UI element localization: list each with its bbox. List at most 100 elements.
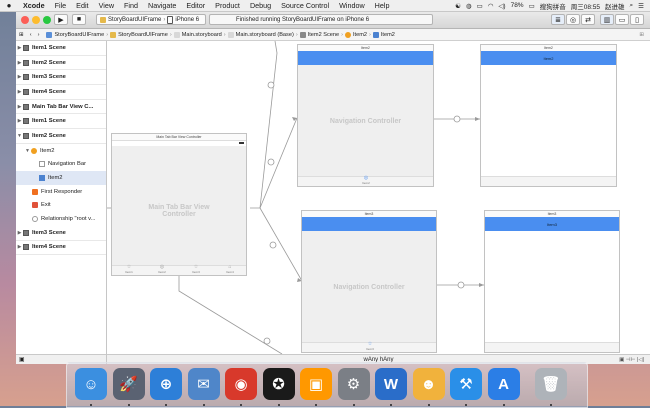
- segue-icon[interactable]: [267, 158, 275, 166]
- wechat-status-icon[interactable]: ◍: [466, 2, 472, 10]
- toggle-utilities-button[interactable]: ▯: [630, 14, 644, 25]
- outline-row-item3-scene[interactable]: ▶ Item3 Scene: [16, 70, 106, 86]
- system-preferences-icon[interactable]: ⚙: [337, 368, 370, 400]
- outline-row-item4-scene-2[interactable]: ▶ Item4 Scene: [16, 241, 106, 256]
- xcode-icon[interactable]: ⚒: [450, 368, 482, 400]
- segue-icon[interactable]: [263, 337, 271, 345]
- breadcrumb-scene[interactable]: Item2 Scene: [299, 31, 339, 38]
- outline-row-tabbar-scene[interactable]: ▶ Main Tab Bar View C...: [16, 100, 106, 115]
- menu-navigate[interactable]: Navigate: [143, 1, 181, 10]
- zoom-window-button[interactable]: [43, 16, 51, 24]
- battery-icon[interactable]: ▭: [529, 2, 535, 10]
- disclosure-right-icon[interactable]: ▶: [16, 230, 23, 236]
- segue-to-item2[interactable]: [259, 117, 298, 209]
- menu-file[interactable]: File: [50, 1, 72, 10]
- outline-row-tab-item[interactable]: Item2: [16, 171, 106, 185]
- breadcrumb-storyboard[interactable]: Main.storyboard: [173, 31, 222, 38]
- root-view-controller-bottom[interactable]: Item3 Item3: [484, 210, 620, 353]
- safari-icon[interactable]: ⊕: [150, 368, 182, 400]
- preview-icon[interactable]: ✉: [187, 368, 220, 400]
- outline-row-exit[interactable]: Exit: [16, 199, 106, 213]
- disclosure-right-icon[interactable]: ▶: [16, 118, 23, 124]
- qq-status-icon[interactable]: ☯: [455, 2, 461, 10]
- qq-icon[interactable]: ✪: [262, 368, 295, 400]
- related-items-icon[interactable]: ⊞: [19, 32, 24, 38]
- breadcrumb-tab-item[interactable]: Item2: [372, 31, 395, 38]
- tab-item-2[interactable]: ◎ Item2: [157, 264, 167, 274]
- menu-edit[interactable]: Edit: [71, 1, 93, 10]
- standard-editor-button[interactable]: ≣: [551, 14, 565, 25]
- breadcrumb-project[interactable]: StoryBoardUIFrame: [46, 31, 104, 38]
- stop-button[interactable]: ■: [72, 14, 86, 25]
- disclosure-right-icon[interactable]: ▶: [16, 60, 23, 66]
- breadcrumb-group[interactable]: StoryBoardUIFrame: [110, 31, 168, 38]
- disclosure-right-icon[interactable]: ▶: [16, 89, 23, 95]
- assistant-editor-button[interactable]: ◎: [566, 14, 580, 25]
- outline-row-item4-scene[interactable]: ▶ Item4 Scene: [16, 85, 106, 100]
- segue-icon[interactable]: [267, 81, 275, 89]
- segue-icon[interactable]: [269, 241, 277, 249]
- disclosure-right-icon[interactable]: ▶: [16, 104, 23, 110]
- launchpad-icon[interactable]: 🚀: [112, 368, 145, 400]
- disclosure-down-icon[interactable]: ▼: [16, 133, 23, 139]
- back-icon[interactable]: ‹: [30, 32, 32, 38]
- minimize-window-button[interactable]: [32, 16, 40, 24]
- tab-item-1[interactable]: ☆ Item1: [124, 264, 134, 274]
- menu-window[interactable]: Window: [334, 1, 370, 10]
- menu-find[interactable]: Find: [119, 1, 143, 10]
- menu-view[interactable]: View: [94, 1, 119, 10]
- menu-app-name[interactable]: Xcode: [18, 1, 50, 10]
- disclosure-right-icon[interactable]: ▶: [16, 244, 23, 250]
- app-store-icon[interactable]: A: [487, 368, 520, 400]
- search-icon[interactable]: ⌕: [630, 2, 634, 10]
- word-icon[interactable]: W: [375, 368, 407, 400]
- scheme-selector[interactable]: StoryBoardUIFrame › iPhone 6: [96, 14, 206, 25]
- breadcrumb-controller[interactable]: Item2: [344, 31, 367, 38]
- auto-layout-controls[interactable]: ▣ ⊣⊢ |◁|: [619, 357, 644, 363]
- disclosure-right-icon[interactable]: ▶: [16, 74, 23, 80]
- outline-row-navigation-bar[interactable]: Navigation Bar: [16, 158, 106, 172]
- user-name[interactable]: 赵进雄: [605, 1, 625, 11]
- outline-row-item1-scene[interactable]: ▶ Item1 Scene: [16, 41, 106, 56]
- notification-center-icon[interactable]: ☰: [638, 2, 644, 10]
- apple-menu-icon[interactable]: ●: [0, 1, 18, 10]
- outline-row-item2-scene-open[interactable]: ▼ Item2 Scene: [16, 129, 106, 144]
- trash-icon[interactable]: 🗑: [535, 368, 567, 400]
- forward-icon[interactable]: ›: [38, 32, 40, 38]
- outline-row-relationship[interactable]: Relationship "root v...: [16, 212, 106, 226]
- menu-help[interactable]: Help: [370, 1, 395, 10]
- segue-to-item3[interactable]: [259, 207, 303, 282]
- hide-outline-icon[interactable]: ▣: [19, 356, 25, 363]
- menu-product[interactable]: Product: [210, 1, 245, 10]
- close-window-button[interactable]: [21, 16, 29, 24]
- tab-item-3[interactable]: ☆ Item3: [191, 264, 201, 274]
- menu-debug[interactable]: Debug: [245, 1, 276, 10]
- chrome-icon[interactable]: ◉: [225, 368, 257, 400]
- navigation-controller-bottom[interactable]: Item3 Navigation Controller ☆ Item3: [301, 210, 437, 353]
- qq-game-icon[interactable]: ☻: [412, 368, 445, 400]
- menu-editor[interactable]: Editor: [181, 1, 210, 10]
- tab-item-4[interactable]: ⌂ Item4: [225, 264, 235, 274]
- outline-row-first-responder[interactable]: First Responder: [16, 185, 106, 199]
- breadcrumb-storyboard-base[interactable]: Main.storyboard (Base): [227, 31, 294, 38]
- wifi-icon[interactable]: ◠: [488, 2, 494, 10]
- finder-icon[interactable]: ☺: [75, 368, 107, 400]
- run-button[interactable]: ▶: [54, 14, 68, 25]
- battery-percent[interactable]: 78%: [511, 2, 524, 9]
- outline-row-item2-scene[interactable]: ▶ Item2 Scene: [16, 56, 106, 71]
- tab-item[interactable]: ☆ Item3: [365, 341, 375, 351]
- tab-bar-controller-scene[interactable]: Main Tab Bar View Controller Main Tab Ba…: [111, 133, 247, 276]
- input-method[interactable]: 搜狗拼音: [540, 1, 566, 11]
- version-editor-button[interactable]: ⇄: [581, 14, 595, 25]
- disclosure-down-icon[interactable]: ▼: [24, 148, 31, 154]
- volume-icon[interactable]: ◁): [498, 2, 505, 10]
- toggle-debug-area-button[interactable]: ▭: [615, 14, 629, 25]
- menu-source-control[interactable]: Source Control: [276, 1, 334, 10]
- segue-icon[interactable]: [457, 281, 465, 289]
- outline-row-item1-scene-2[interactable]: ▶ Item1 Scene: [16, 114, 106, 130]
- toggle-navigator-button[interactable]: ▥: [600, 14, 614, 25]
- sublime-icon[interactable]: ▣: [300, 368, 332, 400]
- storyboard-canvas[interactable]: Main Tab Bar View Controller Main Tab Ba…: [107, 41, 650, 354]
- navigation-controller-top[interactable]: Item2 Navigation Controller ◎ Item2: [297, 44, 434, 187]
- outline-row-item3-scene-2[interactable]: ▶ Item3 Scene: [16, 226, 106, 241]
